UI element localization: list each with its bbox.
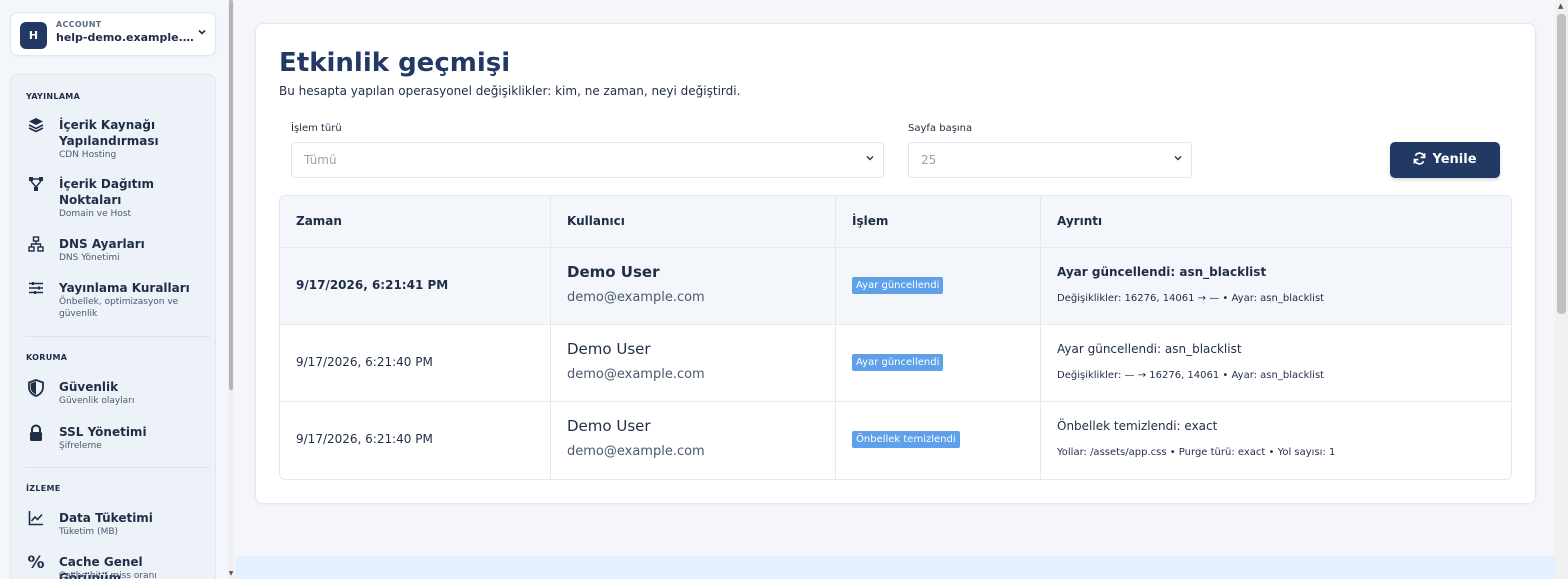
chevron-down-icon	[865, 153, 875, 166]
row-time: 9/17/2026, 6:21:40 PM	[296, 355, 433, 369]
sidebar-item-origin-config[interactable]: İçerik Kaynağı Yapılandırması CDN Hostin…	[25, 117, 210, 161]
nav-section-monitoring: İZLEME	[26, 484, 61, 493]
chart-line-icon	[25, 510, 47, 530]
footer-band	[235, 556, 1555, 579]
lock-icon	[25, 424, 47, 444]
action-badge: Ayar güncellendi	[852, 354, 944, 371]
column-header-time[interactable]: Zaman	[296, 214, 342, 228]
sidebar-item-label: İçerik Kaynağı Yapılandırması	[59, 118, 159, 148]
sidebar-item-sub: CDN Hosting	[59, 150, 117, 160]
table-row[interactable]: 9/17/2026, 6:21:40 PM Demo User demo@exa…	[280, 325, 1511, 402]
sidebar-scrollbar[interactable]: ▼	[228, 0, 234, 579]
refresh-icon	[1414, 152, 1426, 165]
sidebar-item-sub: Şifreleme	[59, 441, 102, 451]
column-divider	[835, 196, 836, 479]
main-scrollbar[interactable]: ▲	[1555, 0, 1568, 579]
sliders-icon	[25, 280, 47, 300]
sidebar-item-sub: Tüketim (MB)	[59, 527, 119, 537]
row-user-name: Demo User	[567, 340, 651, 358]
account-switcher[interactable]: H ACCOUNT help-demo.example.com	[10, 12, 216, 56]
sidebar-item-label: İçerik Dağıtım Noktaları	[59, 177, 155, 207]
divider	[25, 467, 210, 468]
action-type-value: Tümü	[304, 153, 337, 167]
column-divider	[1040, 196, 1041, 479]
shield-icon	[25, 379, 47, 399]
page-title: Etkinlik geçmişi	[279, 48, 511, 78]
scroll-up-arrow-icon[interactable]: ▲	[1558, 2, 1563, 10]
row-detail-title: Ayar güncellendi: asn_blacklist	[1057, 265, 1267, 279]
column-header-detail[interactable]: Ayrıntı	[1057, 214, 1102, 228]
nodes-icon	[25, 176, 47, 196]
column-header-action[interactable]: İşlem	[852, 214, 888, 228]
per-page-select[interactable]: 25	[908, 142, 1192, 178]
sidebar-item-sub: Güvenlik olayları	[59, 396, 135, 406]
sidebar-item-sub: DNS Yönetimi	[59, 253, 120, 263]
row-user-email: demo@example.com	[567, 290, 705, 305]
sidebar-scrollbar-thumb[interactable]	[229, 0, 233, 390]
sidebar-item-label: SSL Yönetimi	[59, 425, 147, 439]
table-row[interactable]: 9/17/2026, 6:21:40 PM Demo User demo@exa…	[280, 402, 1511, 479]
row-detail-title: Önbellek temizlendi: exact	[1057, 419, 1218, 433]
sidebar-item-label: Data Tüketimi	[59, 511, 153, 525]
account-value: help-demo.example.com	[56, 31, 196, 44]
scroll-down-arrow-icon[interactable]: ▼	[228, 570, 234, 577]
sidebar-item-cache-overview[interactable]: % Cache Genel Görünüm Cache hit / miss o…	[25, 554, 210, 579]
per-page-label: Sayfa başına	[908, 123, 973, 134]
account-avatar: H	[20, 22, 47, 49]
row-detail-sub: Yollar: /assets/app.css • Purge türü: ex…	[1057, 447, 1336, 458]
refresh-button[interactable]: Yenile	[1390, 142, 1500, 178]
sidebar: H ACCOUNT help-demo.example.com YAYINLAM…	[0, 0, 234, 579]
sidebar-item-sub: Cache hit / miss oranı	[59, 571, 157, 579]
sidebar-item-data-usage[interactable]: Data Tüketimi Tüketim (MB)	[25, 510, 210, 540]
main-scrollbar-thumb[interactable]	[1557, 14, 1566, 314]
sidebar-item-label: Yayınlama Kuralları	[59, 281, 190, 295]
sidebar-nav: YAYINLAMA İçerik Kaynağı Yapılandırması …	[10, 74, 216, 579]
sidebar-item-ssl[interactable]: SSL Yönetimi Şifreleme	[25, 424, 210, 454]
sidebar-item-security[interactable]: Güvenlik Güvenlik olayları	[25, 379, 210, 409]
page-subtitle: Bu hesapta yapılan operasyonel değişikli…	[279, 84, 741, 98]
chevron-down-icon	[197, 26, 207, 40]
sidebar-item-sub: Önbellek, optimizasyon ve güvenlik	[59, 297, 179, 319]
column-header-user[interactable]: Kullanıcı	[567, 214, 625, 228]
action-type-label: İşlem türü	[291, 123, 342, 134]
sidebar-item-label: DNS Ayarları	[59, 237, 145, 251]
per-page-value: 25	[921, 153, 937, 167]
column-divider	[550, 196, 551, 479]
chevron-down-icon	[1173, 153, 1183, 166]
sidebar-item-dns[interactable]: DNS Ayarları DNS Yönetimi	[25, 236, 210, 266]
row-user-name: Demo User	[567, 263, 660, 281]
row-user-email: demo@example.com	[567, 367, 705, 382]
row-user-name: Demo User	[567, 417, 651, 435]
row-detail-title: Ayar güncellendi: asn_blacklist	[1057, 342, 1242, 356]
activity-history-card: Etkinlik geçmişi Bu hesapta yapılan oper…	[255, 23, 1536, 504]
table-header: Zaman Kullanıcı İşlem Ayrıntı	[280, 196, 1511, 248]
sidebar-item-sub: Domain ve Host	[59, 209, 131, 219]
layers-icon	[25, 117, 47, 137]
refresh-label: Yenile	[1432, 152, 1477, 167]
row-time: 9/17/2026, 6:21:41 PM	[296, 278, 449, 292]
sidebar-item-label: Güvenlik	[59, 380, 119, 394]
divider	[25, 336, 210, 337]
action-badge: Önbellek temizlendi	[852, 431, 960, 448]
nav-section-publishing: YAYINLAMA	[26, 92, 81, 101]
row-detail-sub: Değişiklikler: — → 16276, 14061 • Ayar: …	[1057, 370, 1325, 381]
row-time: 9/17/2026, 6:21:40 PM	[296, 432, 433, 446]
percent-icon: %	[27, 553, 45, 573]
nav-section-protection: KORUMA	[26, 353, 68, 362]
action-badge: Ayar güncellendi	[852, 277, 944, 294]
row-user-email: demo@example.com	[567, 444, 705, 459]
network-icon	[25, 236, 47, 256]
sidebar-item-publish-rules[interactable]: Yayınlama Kuralları Önbellek, optimizasy…	[25, 280, 210, 324]
row-detail-sub: Değişiklikler: 16276, 14061 → — • Ayar: …	[1057, 293, 1325, 304]
sidebar-item-edge-points[interactable]: İçerik Dağıtım Noktaları Domain ve Host	[25, 176, 210, 220]
table-row[interactable]: 9/17/2026, 6:21:41 PM Demo User demo@exa…	[280, 248, 1511, 325]
activity-table: Zaman Kullanıcı İşlem Ayrıntı 9/17/2026,…	[279, 195, 1512, 480]
account-label: ACCOUNT	[56, 20, 102, 29]
action-type-select[interactable]: Tümü	[291, 142, 884, 178]
